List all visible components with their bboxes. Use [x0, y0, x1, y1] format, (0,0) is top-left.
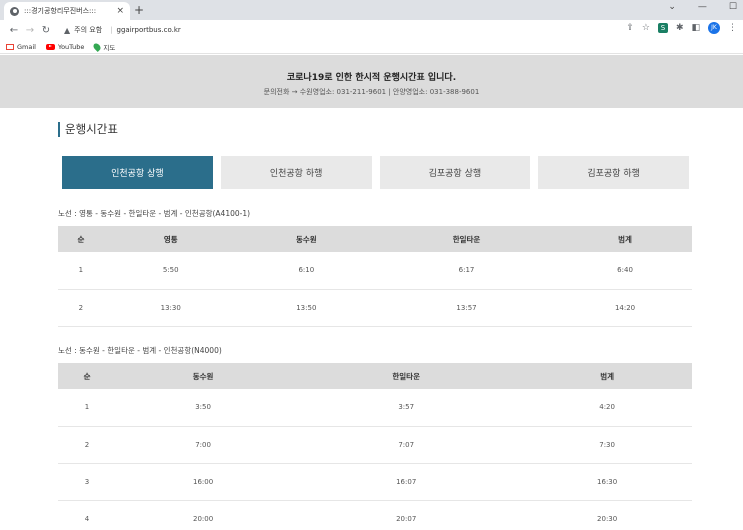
table-row: 3 16:00 16:07 16:30	[58, 463, 692, 501]
table-cell: 6:40	[558, 252, 692, 290]
table-cell: 7:30	[522, 426, 692, 464]
column-header: 범계	[558, 226, 692, 252]
table-cell: 4:20	[522, 389, 692, 427]
column-header: 한일타운	[374, 226, 559, 252]
menu-icon[interactable]: ⋮	[728, 23, 737, 33]
table-cell: 5:50	[103, 252, 238, 290]
table-cell: 13:50	[237, 289, 375, 327]
new-tab-button[interactable]: +	[134, 3, 144, 17]
table-cell: 16:30	[522, 463, 692, 501]
youtube-icon	[45, 43, 55, 50]
table-row: 2 7:00 7:07 7:30	[58, 426, 692, 464]
maximize-icon[interactable]: ☐	[729, 2, 737, 12]
map-pin-icon	[92, 41, 103, 52]
url-text: ggairportbus.co.kr	[116, 26, 181, 34]
table-header-row: 순 동수원 한일타운 범계	[58, 363, 692, 389]
table-cell: 3:50	[116, 389, 291, 427]
page-title: 운행시간표	[58, 122, 118, 137]
table-row: 1 5:50 6:10 6:17 6:40	[58, 252, 692, 290]
table-cell: 20:07	[290, 500, 523, 530]
notice-headline: 코로나19로 인한 한시적 운행시간표 입니다.	[286, 73, 457, 83]
tab-incheon-up[interactable]: 인천공항 상행	[62, 156, 213, 189]
timetable: 순 영통 동수원 한일타운 범계 1 5:50 6:10 6:17 6:40 2…	[58, 226, 692, 327]
table-cell: 2	[58, 289, 104, 327]
browser-tab[interactable]: :::경기공항리무진버스::: ×	[4, 2, 130, 20]
route-tabs: 인천공항 상행 인천공항 하행 김포공항 상행 김포공항 하행	[62, 156, 689, 189]
forward-icon[interactable]: →	[22, 25, 38, 36]
globe-icon	[10, 6, 19, 16]
bookmark-label: Gmail	[17, 42, 36, 51]
browser-toolbar: ← → ↻ ▲ 주의 요함 | ggairportbus.co.kr ⇪ ☆ S…	[0, 20, 743, 40]
table-header-row: 순 영통 동수원 한일타운 범계	[58, 226, 692, 252]
reload-icon[interactable]: ↻	[38, 25, 54, 36]
table-cell: 4	[58, 500, 117, 530]
table-cell: 1	[58, 389, 117, 427]
table-cell: 7:00	[116, 426, 291, 464]
tab-title: :::경기공항리무진버스:::	[24, 7, 97, 15]
table-cell: 16:00	[116, 463, 291, 501]
tab-incheon-down[interactable]: 인천공항 하행	[220, 156, 372, 189]
table-cell: 13:57	[374, 289, 559, 327]
bookmark-gmail[interactable]: Gmail	[6, 43, 36, 51]
bookmark-youtube[interactable]: YouTube	[45, 42, 85, 51]
column-header: 범계	[522, 363, 692, 389]
notice-contact: 문의전화 → 수원영업소: 031-211-9601 | 안양영업소: 031-…	[263, 88, 480, 96]
tab-gimpo-down[interactable]: 김포공항 하행	[538, 156, 689, 189]
table-cell: 20:00	[116, 500, 291, 530]
bookmark-label: YouTube	[57, 42, 85, 51]
gmail-icon	[6, 43, 14, 50]
extensions-puzzle-icon[interactable]: ✱	[676, 23, 684, 33]
table-cell: 13:30	[103, 289, 238, 327]
profile-avatar[interactable]: JK	[708, 22, 720, 34]
bookmark-maps[interactable]: 지도	[92, 41, 116, 52]
tab-gimpo-up[interactable]: 김포공항 상행	[379, 156, 531, 189]
timetable: 순 동수원 한일타운 범계 1 3:50 3:57 4:20 2 7:00 7:…	[58, 363, 692, 530]
column-header: 한일타운	[290, 363, 523, 389]
table-cell: 3	[58, 463, 117, 501]
bookmarks-bar: Gmail YouTube 지도	[0, 40, 743, 54]
table-cell: 2	[58, 426, 117, 464]
extension-icon[interactable]: S	[657, 23, 668, 33]
table-cell: 6:17	[374, 252, 559, 290]
tab-close-icon[interactable]: ×	[116, 6, 124, 16]
table-cell: 20:30	[522, 500, 692, 530]
bookmark-label: 지도	[103, 43, 116, 52]
column-header: 동수원	[116, 363, 291, 389]
route-label: 노선 : 영통 - 동수원 - 한일타운 - 범계 - 인천공항(A4100-1…	[58, 209, 251, 218]
column-header: 영통	[103, 226, 238, 252]
table-cell: 7:07	[290, 426, 523, 464]
table-row: 4 20:00 20:07 20:30	[58, 500, 692, 530]
minimize-icon[interactable]: —	[698, 2, 707, 12]
table-cell: 14:20	[558, 289, 692, 327]
tab-search-icon[interactable]: ⌄	[668, 2, 676, 12]
table-cell: 1	[58, 252, 104, 290]
browser-tabstrip: :::경기공항리무진버스::: × + ⌄ — ☐	[0, 0, 743, 20]
separator: |	[110, 26, 113, 34]
toolbar-actions: ⇪ ☆ S ✱ ◧ JK ⋮	[626, 22, 737, 34]
window-controls: ⌄ — ☐	[668, 2, 737, 12]
security-label: 주의 요함	[74, 26, 103, 34]
address-bar[interactable]: ▲ 주의 요함 | ggairportbus.co.kr	[64, 22, 454, 38]
column-header: 순	[58, 363, 117, 389]
table-row: 1 3:50 3:57 4:20	[58, 389, 692, 427]
table-cell: 16:07	[290, 463, 523, 501]
side-panel-icon[interactable]: ◧	[691, 23, 700, 33]
table-row: 2 13:30 13:50 13:57 14:20	[58, 289, 692, 327]
column-header: 순	[58, 226, 104, 252]
notice-banner: 코로나19로 인한 한시적 운행시간표 입니다. 문의전화 → 수원영업소: 0…	[0, 55, 743, 108]
table-cell: 3:57	[290, 389, 523, 427]
route-label: 노선 : 동수원 - 한일타운 - 범계 - 인천공항(N4000)	[58, 346, 222, 355]
share-icon[interactable]: ⇪	[626, 23, 634, 33]
bookmark-star-icon[interactable]: ☆	[642, 23, 650, 33]
back-icon[interactable]: ←	[6, 25, 22, 36]
warning-icon[interactable]: ▲	[64, 26, 70, 35]
column-header: 동수원	[237, 226, 375, 252]
table-cell: 6:10	[237, 252, 375, 290]
